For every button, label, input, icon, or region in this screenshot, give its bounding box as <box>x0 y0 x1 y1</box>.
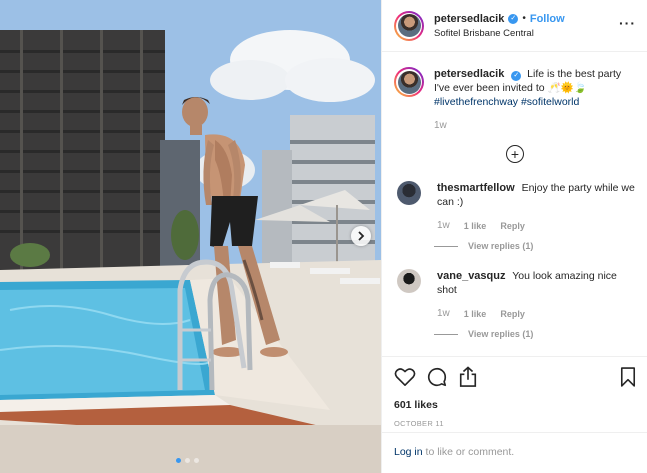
post-caption: petersedlacik ✓ Life is the best party I… <box>394 67 636 133</box>
author-avatar[interactable] <box>394 10 424 41</box>
commenter-avatar[interactable] <box>397 181 421 205</box>
more-options-icon[interactable]: ··· <box>619 16 636 30</box>
chevron-right-icon <box>358 231 365 241</box>
verified-badge-icon: ✓ <box>508 13 519 24</box>
caption-author-avatar[interactable] <box>394 67 424 97</box>
plus-circle-icon: + <box>510 146 520 162</box>
login-prompt: Log in to like or comment. <box>382 432 647 473</box>
replies-line-divider <box>434 333 458 335</box>
share-button[interactable] <box>458 366 478 388</box>
post-details-panel: petersedlacik ✓ • Follow Sofitel Brisban… <box>381 0 647 473</box>
comment-username-link[interactable]: thesmartfellow <box>437 182 515 194</box>
carousel-dot <box>194 458 199 463</box>
carousel-indicator <box>176 458 199 463</box>
comment-bubble-icon <box>427 367 447 387</box>
location-link[interactable]: Sofitel Brisbane Central <box>434 28 565 39</box>
post-header: petersedlacik ✓ • Follow Sofitel Brisban… <box>382 0 647 52</box>
caption-hashtags[interactable]: #livethefrenchway #sofitelworld <box>434 96 579 108</box>
heart-icon <box>394 368 416 386</box>
reply-button[interactable]: Reply <box>500 307 525 321</box>
post-actions: 601 likes OCTOBER 11 <box>382 356 647 428</box>
comment-timestamp[interactable]: 1w <box>437 219 450 233</box>
author-avatar-image <box>397 14 421 37</box>
pool-scene-image <box>0 0 381 473</box>
view-replies-label: View replies (1) <box>468 329 534 339</box>
comment-item: vane_vasquz You look amazing nice shot 1… <box>394 269 636 339</box>
caption-timestamp[interactable]: 1w <box>434 119 447 133</box>
comment-username-link[interactable]: vane_vasquz <box>437 270 505 282</box>
comment-timestamp[interactable]: 1w <box>437 307 450 321</box>
instagram-post: petersedlacik ✓ • Follow Sofitel Brisban… <box>0 0 647 473</box>
load-more-comments-button[interactable]: + <box>506 145 524 163</box>
post-photo[interactable] <box>0 0 381 473</box>
caption-username-link[interactable]: petersedlacik <box>434 68 504 80</box>
view-replies-label: View replies (1) <box>468 241 534 251</box>
bookmark-icon <box>620 367 636 387</box>
share-upload-icon <box>459 366 477 387</box>
author-username-link[interactable]: petersedlacik <box>434 13 504 25</box>
comment-likes-link[interactable]: 1 like <box>464 307 487 321</box>
comment-button[interactable] <box>426 366 448 388</box>
view-replies-button[interactable]: View replies (1) <box>434 241 636 251</box>
login-link[interactable]: Log in <box>394 446 423 458</box>
header-separator: • <box>522 13 526 24</box>
comment-likes-link[interactable]: 1 like <box>464 219 487 233</box>
reply-button[interactable]: Reply <box>500 219 525 233</box>
save-button[interactable] <box>620 367 636 387</box>
verified-badge-icon: ✓ <box>511 71 522 81</box>
comment-item: thesmartfellow Enjoy the party while we … <box>394 181 636 251</box>
commenter-avatar[interactable] <box>397 269 421 293</box>
view-replies-button[interactable]: View replies (1) <box>434 329 636 339</box>
caption-author-avatar-image <box>397 70 421 94</box>
login-prompt-text: to like or comment. <box>422 446 515 458</box>
carousel-dot <box>185 458 190 463</box>
carousel-next-button[interactable] <box>351 226 371 246</box>
comments-section[interactable]: petersedlacik ✓ Life is the best party I… <box>382 53 647 353</box>
follow-button[interactable]: Follow <box>530 13 565 25</box>
like-button[interactable] <box>394 367 416 387</box>
likes-count-link[interactable]: 601 likes <box>394 399 636 411</box>
post-date: OCTOBER 11 <box>394 419 444 428</box>
replies-line-divider <box>434 245 458 247</box>
carousel-dot-active <box>176 458 181 463</box>
